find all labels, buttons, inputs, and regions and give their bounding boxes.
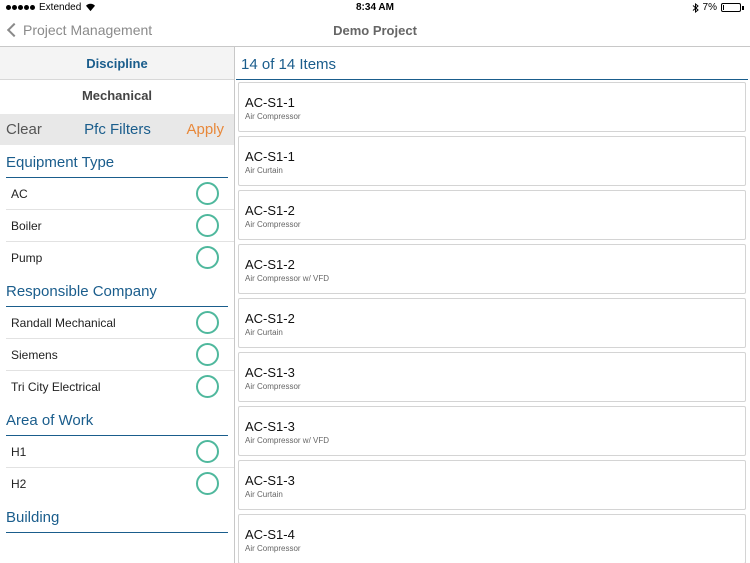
status-right: 7% — [692, 2, 744, 13]
item-code: AC-S1-3 — [245, 365, 295, 380]
apply-button[interactable]: Apply — [186, 121, 224, 138]
item-name: Air Compressor — [245, 544, 301, 553]
battery-tip — [742, 5, 744, 10]
filter-option-label: Randall Mechanical — [11, 316, 116, 330]
item-name: Air Curtain — [245, 490, 283, 499]
item-code: AC-S1-1 — [245, 149, 295, 164]
battery-icon — [721, 3, 741, 12]
list-item[interactable]: AC-S1-2 Air Curtain — [238, 298, 746, 348]
list-item[interactable]: AC-S1-2 Air Compressor — [238, 190, 746, 240]
battery-percent: 7% — [702, 2, 717, 13]
radio-circle-icon[interactable] — [196, 440, 219, 463]
list-item[interactable]: AC-S1-3 Air Curtain — [238, 460, 746, 510]
filter-option-label: Siemens — [11, 348, 58, 362]
filter-sidebar: Discipline Mechanical Clear Pfc Filters … — [0, 47, 235, 563]
item-name: Air Compressor — [245, 382, 301, 391]
filter-option-pump[interactable]: Pump — [6, 242, 234, 274]
radio-circle-icon[interactable] — [196, 182, 219, 205]
radio-circle-icon[interactable] — [196, 472, 219, 495]
item-name: Air Compressor w/ VFD — [245, 436, 330, 445]
list-item[interactable]: AC-S1-1 Air Compressor — [238, 82, 746, 132]
item-code: AC-S1-3 — [245, 419, 295, 434]
item-name: Air Curtain — [245, 166, 283, 175]
section-equipment-type: Equipment Type — [0, 145, 234, 178]
filter-option-label: AC — [11, 187, 28, 201]
section-area-of-work: Area of Work — [0, 403, 234, 436]
filter-option-tri-city-electrical[interactable]: Tri City Electrical — [6, 371, 234, 403]
filter-option-ac[interactable]: AC — [6, 178, 234, 210]
filter-option-randall-mechanical[interactable]: Randall Mechanical — [6, 307, 234, 339]
filter-option-h1[interactable]: H1 — [6, 436, 234, 468]
item-code: AC-S1-2 — [245, 311, 295, 326]
list-item[interactable]: AC-S1-3 Air Compressor — [238, 352, 746, 402]
discipline-header: Discipline — [0, 47, 234, 80]
item-name: Air Compressor — [245, 112, 301, 121]
item-name: Air Compressor w/ VFD — [245, 274, 330, 283]
section-building: Building — [0, 500, 234, 533]
radio-circle-icon[interactable] — [196, 246, 219, 269]
bluetooth-icon — [692, 2, 699, 13]
radio-circle-icon[interactable] — [196, 375, 219, 398]
item-count: 14 of 14 Items — [236, 47, 750, 80]
filter-option-siemens[interactable]: Siemens — [6, 339, 234, 371]
radio-circle-icon[interactable] — [196, 311, 219, 334]
item-name: Air Curtain — [245, 328, 283, 337]
item-code: AC-S1-2 — [245, 257, 295, 272]
item-code: AC-S1-2 — [245, 203, 295, 218]
radio-circle-icon[interactable] — [196, 343, 219, 366]
battery-fill — [723, 5, 724, 10]
page-title: Demo Project — [333, 23, 417, 38]
status-time: 8:34 AM — [356, 2, 394, 13]
filter-option-h2[interactable]: H2 — [6, 468, 234, 500]
filter-option-boiler[interactable]: Boiler — [6, 210, 234, 242]
item-list-panel: 14 of 14 Items AC-S1-1 Air Compressor AC… — [236, 47, 750, 563]
status-bar: Extended 8:34 AM 7% — [0, 0, 750, 16]
filter-option-label: Boiler — [11, 219, 42, 233]
list-item[interactable]: AC-S1-1 Air Curtain — [238, 136, 746, 186]
item-code: AC-S1-4 — [245, 527, 295, 542]
navigation-bar: Project Management Demo Project — [0, 16, 750, 47]
filter-option-label: Pump — [11, 251, 43, 265]
list-item[interactable]: AC-S1-2 Air Compressor w/ VFD — [238, 244, 746, 294]
filter-toolbar: Clear Pfc Filters Apply — [0, 114, 234, 145]
section-responsible-company: Responsible Company — [0, 274, 234, 307]
list-item[interactable]: AC-S1-4 Air Compressor — [238, 514, 746, 563]
discipline-value[interactable]: Mechanical — [0, 80, 234, 114]
radio-circle-icon[interactable] — [196, 214, 219, 237]
list-item[interactable]: AC-S1-3 Air Compressor w/ VFD — [238, 406, 746, 456]
item-code: AC-S1-1 — [245, 95, 295, 110]
item-name: Air Compressor — [245, 220, 301, 229]
item-code: AC-S1-3 — [245, 473, 295, 488]
filter-option-label: H1 — [11, 445, 27, 459]
filter-option-label: H2 — [11, 477, 27, 491]
filter-option-label: Tri City Electrical — [11, 380, 101, 394]
